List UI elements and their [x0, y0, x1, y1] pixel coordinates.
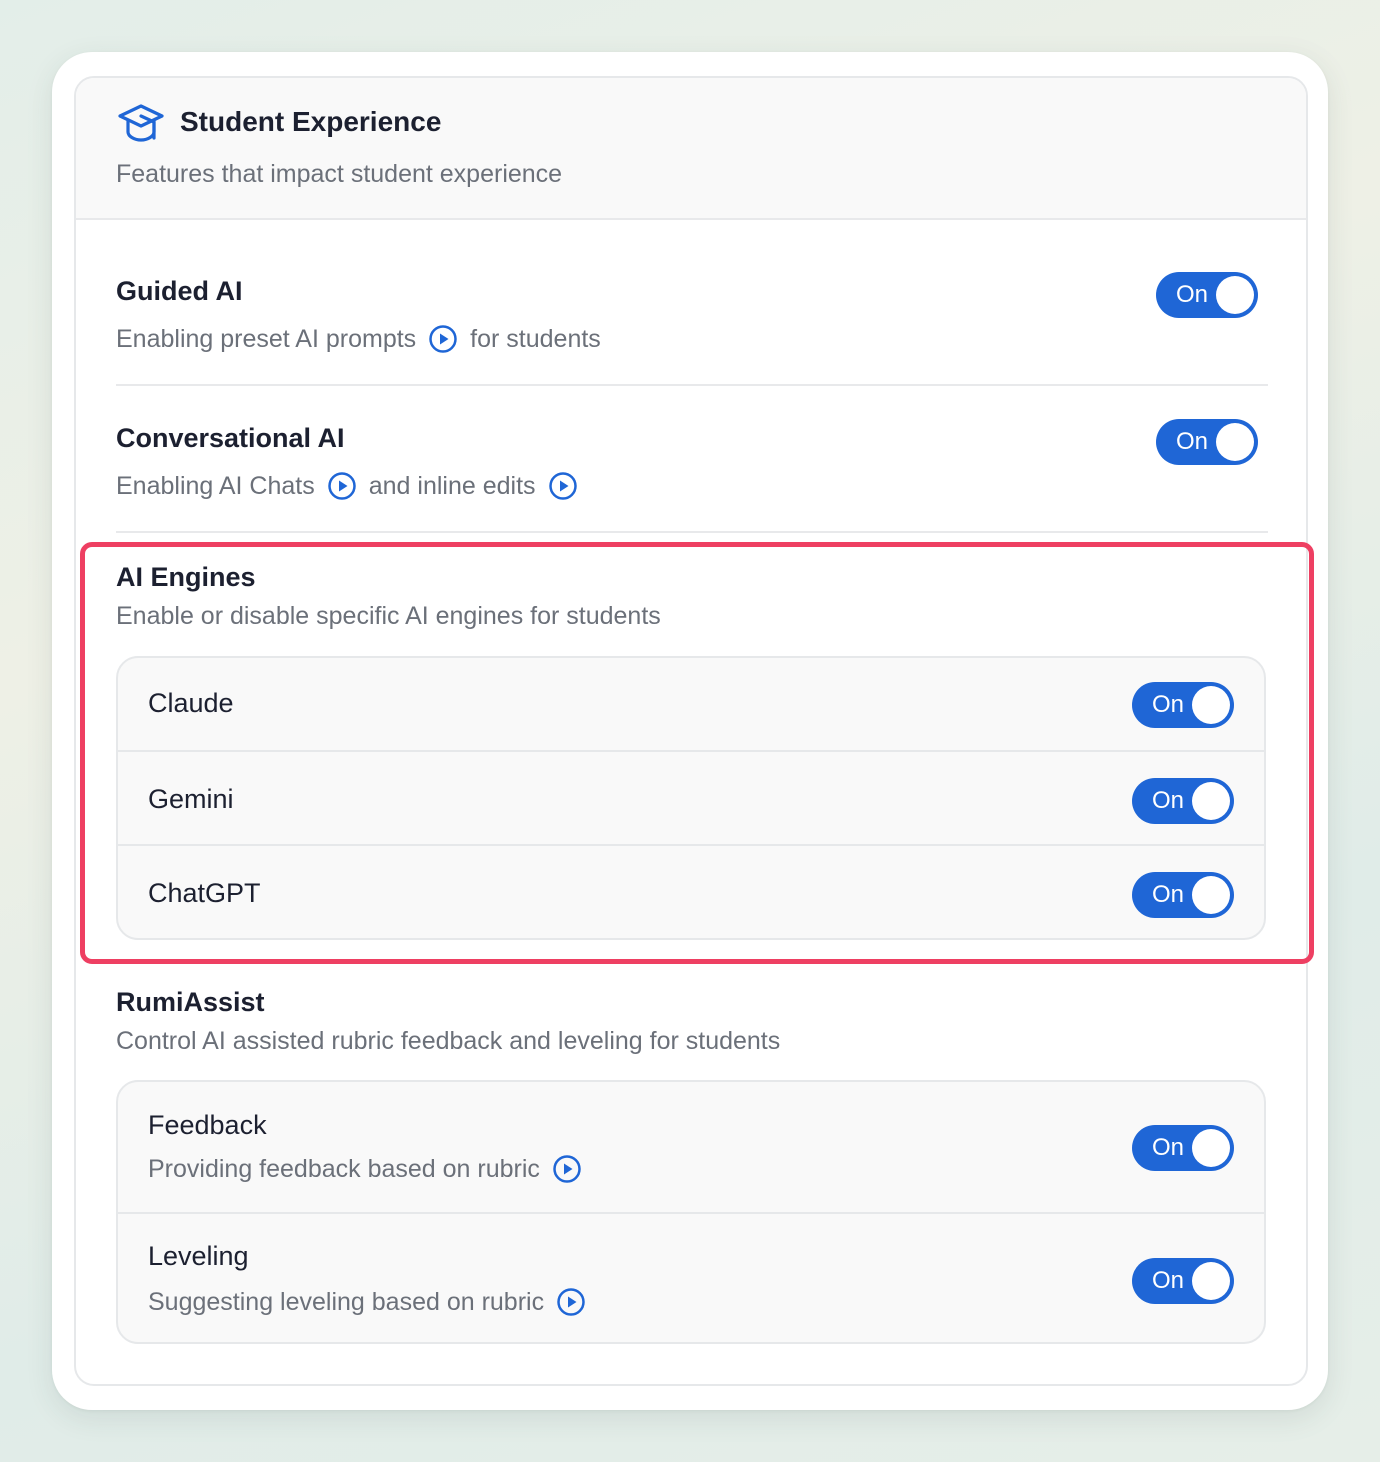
toggle-label: On — [1152, 1267, 1185, 1294]
panel-header: Student Experience Features that impact … — [76, 78, 1306, 220]
guided-ai-toggle[interactable]: On — [1156, 272, 1258, 318]
conversational-ai-desc-text-2: and inline edits — [368, 471, 536, 500]
toggle-knob — [1216, 276, 1254, 314]
leveling-toggle[interactable]: On — [1132, 1258, 1234, 1304]
guided-ai-title: Guided AI — [116, 276, 243, 306]
play-video-icon[interactable] — [327, 471, 357, 501]
feature-description: Providing feedback based on rubric — [148, 1152, 594, 1186]
toggle-knob — [1216, 423, 1254, 461]
feature-description: Suggesting leveling based on rubric — [148, 1285, 598, 1319]
toggle-label: On — [1152, 1134, 1185, 1161]
list-item-leveling: Leveling Suggesting leveling based on ru… — [118, 1212, 1264, 1342]
conversational-ai-toggle[interactable]: On — [1156, 419, 1258, 465]
panel-subtitle: Features that impact student experience — [116, 160, 563, 188]
rumi-assist-list: Feedback Providing feedback based on rub… — [116, 1080, 1266, 1344]
toggle-label: On — [1176, 281, 1209, 308]
divider — [116, 384, 1268, 386]
highlight-outline — [80, 542, 1314, 964]
list-item-feedback: Feedback Providing feedback based on rub… — [118, 1082, 1264, 1214]
panel-title: Student Experience — [180, 106, 442, 137]
graduation-cap-icon — [118, 104, 164, 142]
play-video-icon[interactable] — [552, 1154, 582, 1184]
play-video-icon[interactable] — [548, 471, 578, 501]
play-video-icon[interactable] — [556, 1287, 586, 1317]
play-video-icon[interactable] — [428, 324, 458, 354]
feedback-toggle[interactable]: On — [1132, 1125, 1234, 1171]
conversational-ai-title: Conversational AI — [116, 423, 345, 453]
guided-ai-desc-text: Enabling preset AI prompts — [116, 324, 417, 353]
divider — [116, 531, 1268, 533]
guided-ai-desc-suffix: for students — [470, 324, 601, 353]
toggle-knob — [1192, 1262, 1230, 1300]
feature-label: Feedback — [148, 1110, 267, 1140]
guided-ai-description: Enabling preset AI prompts for students — [116, 322, 601, 356]
feature-label: Leveling — [148, 1241, 249, 1271]
toggle-knob — [1192, 1129, 1230, 1167]
feedback-desc-text: Providing feedback based on rubric — [148, 1154, 540, 1183]
rumi-assist-title: RumiAssist — [116, 987, 265, 1017]
conversational-ai-desc-text: Enabling AI Chats — [116, 471, 315, 500]
rumi-assist-subtitle: Control AI assisted rubric feedback and … — [116, 1027, 781, 1055]
leveling-desc-text: Suggesting leveling based on rubric — [148, 1287, 545, 1316]
toggle-label: On — [1176, 428, 1209, 455]
conversational-ai-description: Enabling AI Chats and inline edits — [116, 469, 590, 503]
